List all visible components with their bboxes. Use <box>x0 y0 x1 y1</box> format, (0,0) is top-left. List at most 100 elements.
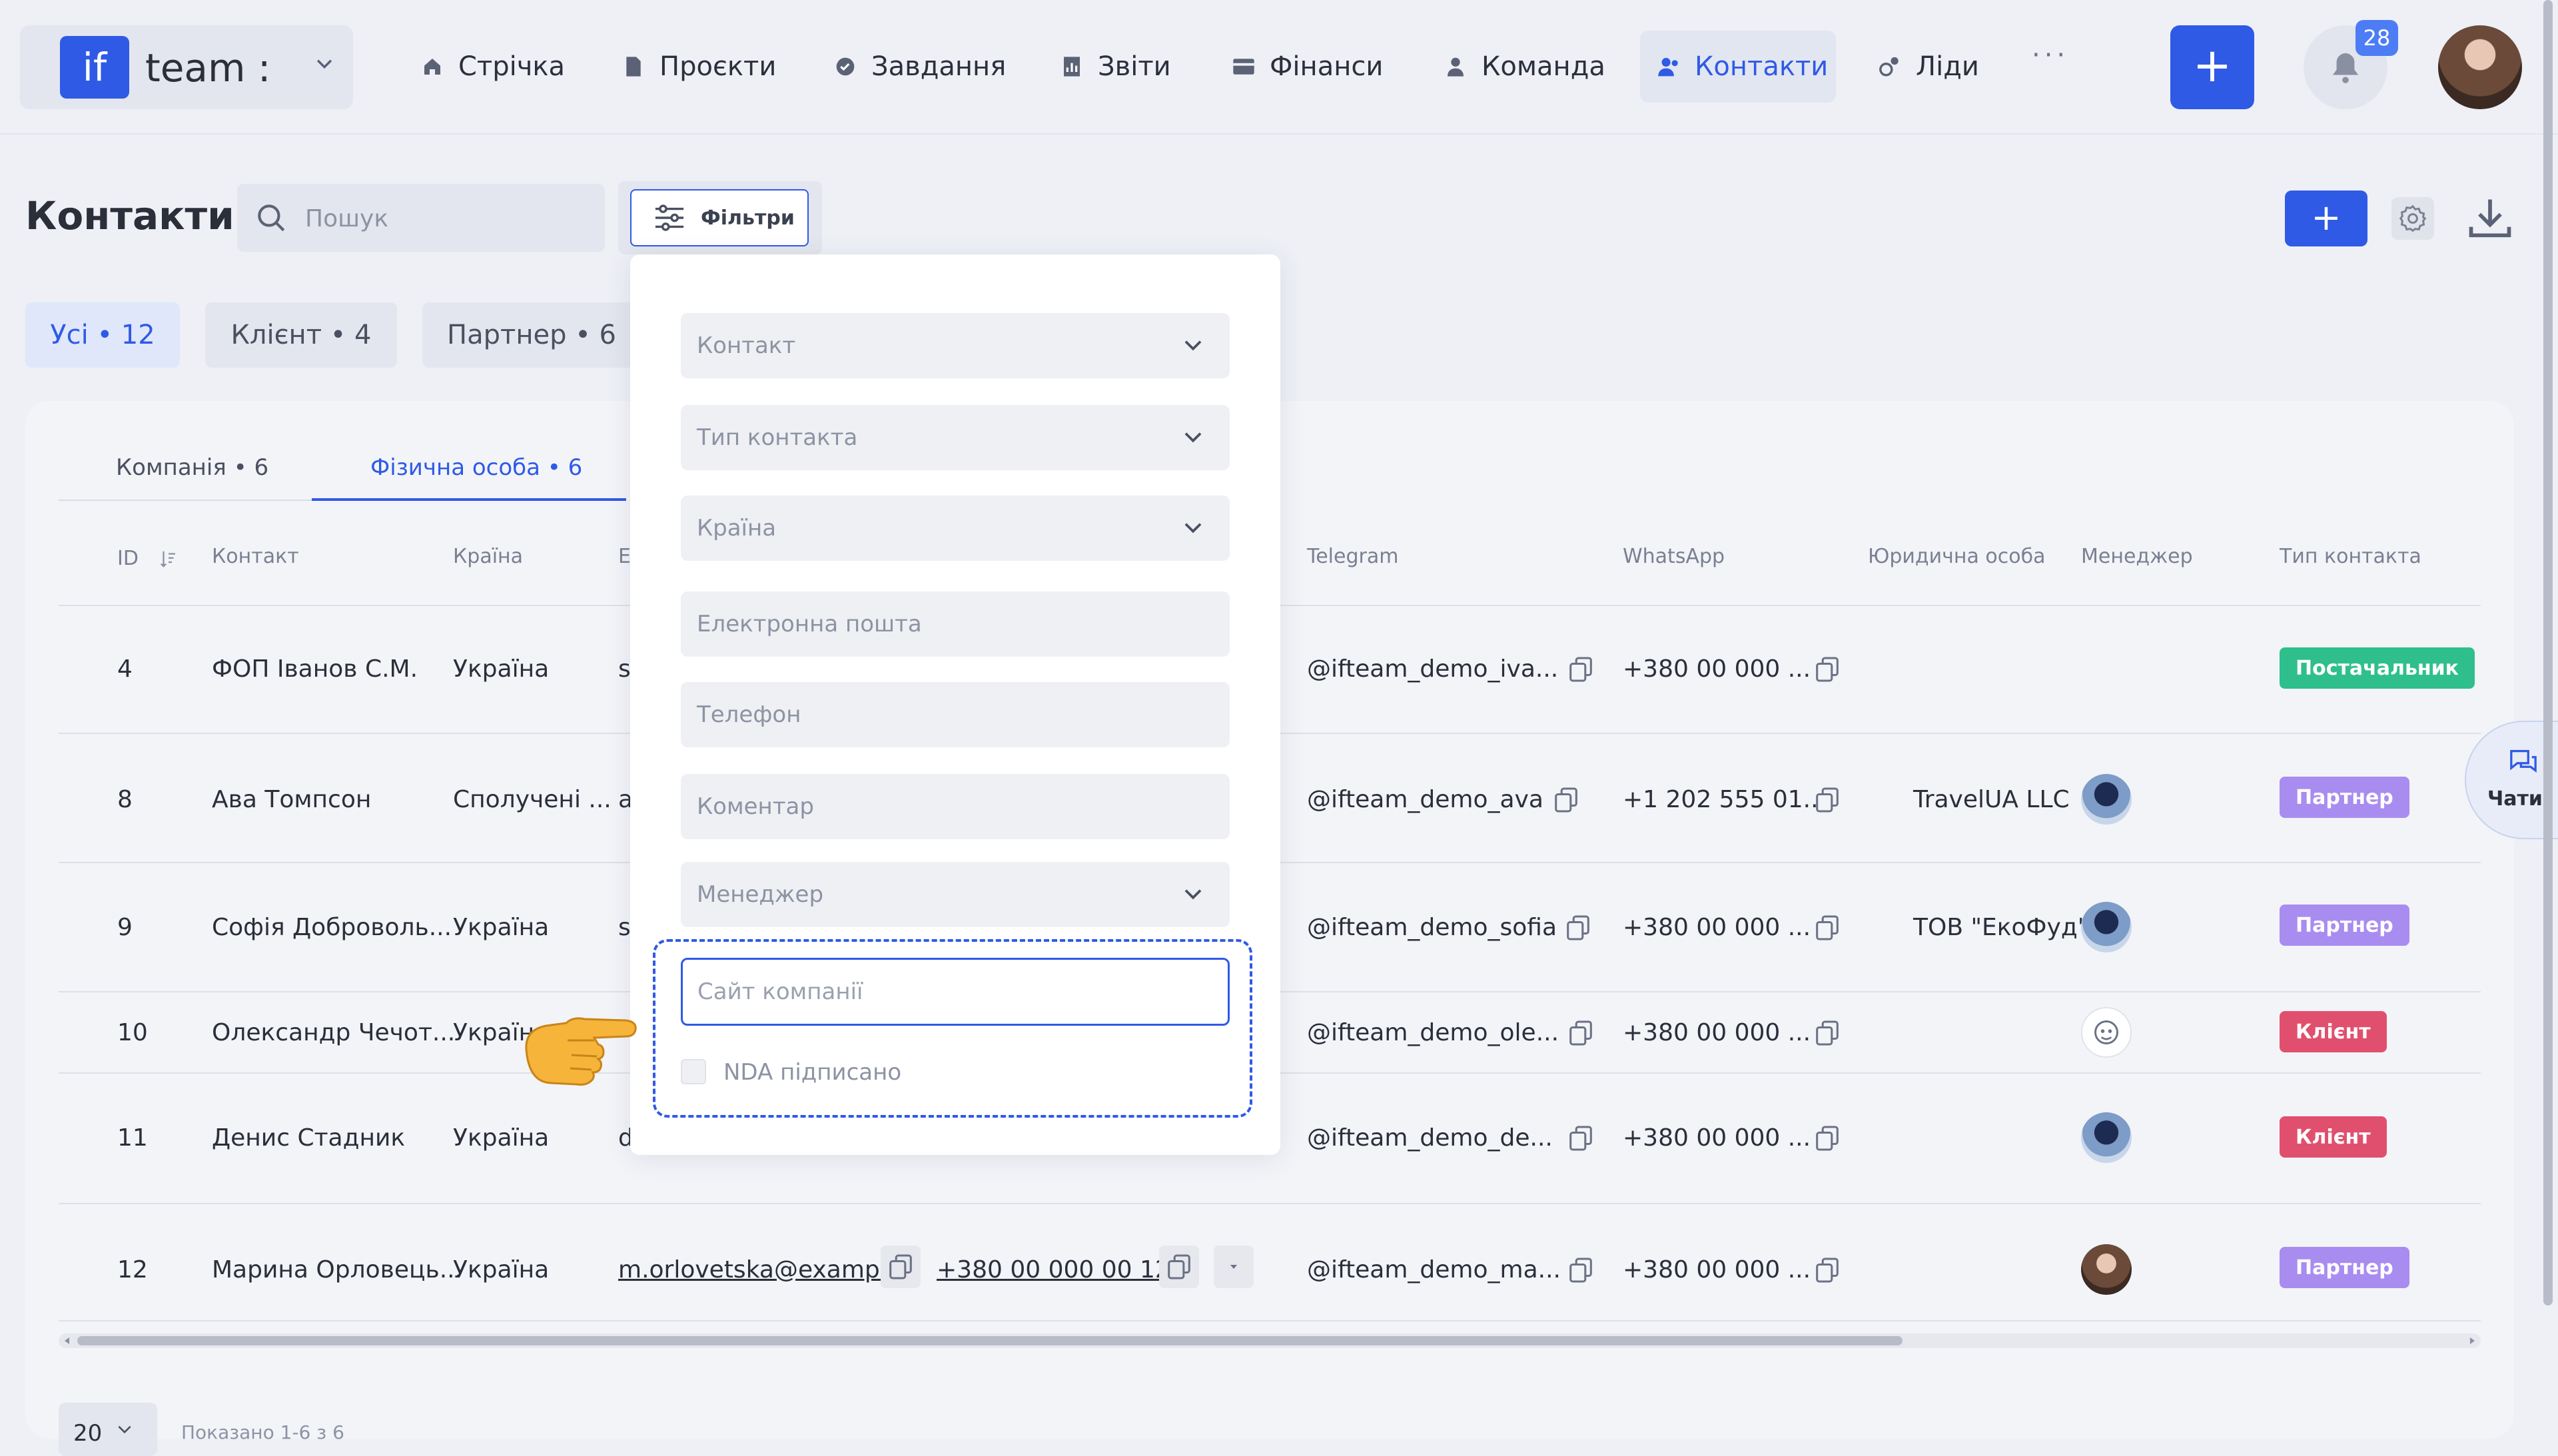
global-add-button[interactable]: + <box>2170 25 2254 109</box>
cell-contact[interactable]: Софія Доброволь... <box>212 914 452 941</box>
column-header-contact[interactable]: Контакт <box>212 545 299 568</box>
copy-icon[interactable] <box>1816 915 1839 940</box>
page-size-select[interactable]: 20 <box>59 1403 157 1456</box>
cell-email[interactable]: s <box>618 914 631 941</box>
manager-avatar[interactable] <box>2081 1244 2132 1295</box>
column-header-manager[interactable]: Менеджер <box>2081 545 2193 568</box>
copy-icon[interactable] <box>1816 787 1839 813</box>
subtab-company[interactable]: Компанія • 6 <box>116 454 268 481</box>
nav-item-team[interactable]: Команда <box>1427 31 1623 103</box>
cell-contact[interactable]: Денис Стадник <box>212 1124 405 1152</box>
caret-down-icon <box>1230 1265 1237 1269</box>
column-header-type[interactable]: Тип контакта <box>2280 545 2421 568</box>
cell-telegram[interactable]: @ifteam_demo_ma... <box>1307 1256 1561 1283</box>
column-header-id[interactable]: ID <box>117 545 175 570</box>
cell-telegram[interactable]: @ifteam_demo_de... <box>1307 1124 1553 1152</box>
segment-all[interactable]: Усі • 12 <box>25 302 180 368</box>
cell-whatsapp[interactable]: +380 00 000 ... <box>1623 1019 1811 1046</box>
column-header-email[interactable]: Е <box>618 545 631 568</box>
copy-icon[interactable] <box>1569 1258 1592 1283</box>
horizontal-scrollbar[interactable] <box>59 1333 2481 1348</box>
copy-phone-button[interactable] <box>1159 1246 1199 1288</box>
type-badge: Клієнт <box>2280 1116 2387 1158</box>
nav-item-leads[interactable]: Ліди <box>1861 31 1996 103</box>
copy-icon[interactable] <box>1816 657 1839 682</box>
nav-item-feed[interactable]: Стрічка <box>404 31 582 103</box>
manager-avatar[interactable] <box>2081 774 2132 825</box>
phone-options-button[interactable] <box>1214 1246 1254 1288</box>
avatar-placeholder-icon <box>2094 1020 2118 1044</box>
cell-telegram[interactable]: @ifteam_demo_iva... <box>1307 655 1558 683</box>
chevron-down-icon <box>1184 889 1202 900</box>
download-button[interactable] <box>2465 193 2515 244</box>
filter-contact-select[interactable]: Контакт <box>681 313 1230 378</box>
settings-button[interactable] <box>2391 197 2434 240</box>
notifications-badge: 28 <box>2355 20 2398 56</box>
cell-country: Сполучені ... <box>453 786 612 813</box>
workspace-switcher[interactable]: if team : <box>20 25 353 109</box>
filter-contact-type-select[interactable]: Тип контакта <box>681 405 1230 470</box>
copy-icon <box>1168 1254 1190 1279</box>
cell-country: Україна <box>453 1124 550 1152</box>
cell-legal[interactable]: TravelUA LLC <box>1913 786 2070 813</box>
cell-whatsapp[interactable]: +380 00 000 ... <box>1623 655 1811 683</box>
user-avatar[interactable] <box>2438 25 2522 109</box>
cell-telegram[interactable]: @ifteam_demo_sofia <box>1307 914 1557 941</box>
nav-item-label: Звіти <box>1098 51 1171 82</box>
more-menu-icon[interactable]: ··· <box>2032 40 2069 71</box>
cell-contact[interactable]: Марина Орловець... <box>212 1256 462 1283</box>
cell-legal[interactable]: ТОВ "ЕкоФуд" <box>1913 914 2088 941</box>
filter-email-input[interactable]: Електронна пошта <box>681 591 1230 657</box>
copy-icon[interactable] <box>1569 657 1592 682</box>
nav-item-tasks[interactable]: Завдання <box>817 31 1023 103</box>
search-input[interactable] <box>304 184 593 253</box>
copy-icon[interactable] <box>1816 1258 1839 1283</box>
cell-whatsapp[interactable]: +1 202 555 01... <box>1623 786 1826 813</box>
copy-icon[interactable] <box>1569 1126 1592 1151</box>
cell-email[interactable]: m.orlovetska@examp... <box>618 1256 903 1283</box>
nav-item-projects[interactable]: Проєкти <box>605 31 793 103</box>
type-badge: Партнер <box>2280 777 2409 818</box>
copy-icon[interactable] <box>1816 1126 1839 1151</box>
copy-icon[interactable] <box>1816 1020 1839 1046</box>
table-row[interactable]: 12 Марина Орловець... Україна m.orlovets… <box>0 1203 2558 1320</box>
manager-avatar[interactable] <box>2081 1007 2132 1058</box>
filter-comment-input[interactable]: Коментар <box>681 774 1230 839</box>
filters-button[interactable]: Фільтри <box>630 189 809 246</box>
column-header-whatsapp[interactable]: WhatsApp <box>1623 545 1725 568</box>
cell-telegram[interactable]: @ifteam_demo_ava <box>1307 786 1543 813</box>
filter-country-select[interactable]: Країна <box>681 496 1230 561</box>
sort-icon <box>160 551 175 567</box>
cell-contact[interactable]: Олександр Чечот... <box>212 1019 455 1046</box>
filter-manager-select[interactable]: Менеджер <box>681 862 1230 927</box>
cell-contact[interactable]: ФОП Іванов С.М. <box>212 655 418 683</box>
cell-phone[interactable]: +380 00 000 00 12 <box>937 1256 1170 1283</box>
cell-contact[interactable]: Ава Томпсон <box>212 786 371 813</box>
cell-telegram[interactable]: @ifteam_demo_ole... <box>1307 1019 1559 1046</box>
search-box[interactable] <box>237 184 605 253</box>
column-header-country[interactable]: Країна <box>453 545 523 568</box>
cell-whatsapp[interactable]: +380 00 000 ... <box>1623 1256 1811 1283</box>
horizontal-scroll-thumb[interactable] <box>77 1336 1903 1345</box>
copy-icon[interactable] <box>1567 915 1589 940</box>
subtab-person[interactable]: Фізична особа • 6 <box>370 454 582 481</box>
nav-item-finance[interactable]: Фінанси <box>1215 31 1400 103</box>
nav-item-contacts[interactable]: Контакти <box>1640 31 1836 103</box>
segment-client[interactable]: Клієнт • 4 <box>205 302 397 368</box>
nav-item-label: Ліди <box>1916 51 1979 82</box>
cell-whatsapp[interactable]: +380 00 000 ... <box>1623 1124 1811 1152</box>
vertical-scrollbar[interactable] <box>2543 0 2553 1305</box>
column-header-telegram[interactable]: Telegram <box>1307 545 1398 568</box>
column-header-legal[interactable]: Юридична особа <box>1868 545 2046 568</box>
segment-partner[interactable]: Партнер • 6 <box>422 302 641 368</box>
copy-icon[interactable] <box>1555 787 1577 813</box>
add-contact-button[interactable]: + <box>2285 190 2367 246</box>
copy-icon[interactable] <box>1569 1020 1592 1046</box>
manager-avatar[interactable] <box>2081 1112 2132 1163</box>
manager-avatar[interactable] <box>2081 902 2132 952</box>
filter-phone-input[interactable]: Телефон <box>681 682 1230 747</box>
copy-email-button[interactable] <box>881 1246 921 1288</box>
nav-item-reports[interactable]: Звіти <box>1043 31 1188 103</box>
cell-email[interactable]: s <box>618 655 631 683</box>
cell-whatsapp[interactable]: +380 00 000 ... <box>1623 914 1811 941</box>
